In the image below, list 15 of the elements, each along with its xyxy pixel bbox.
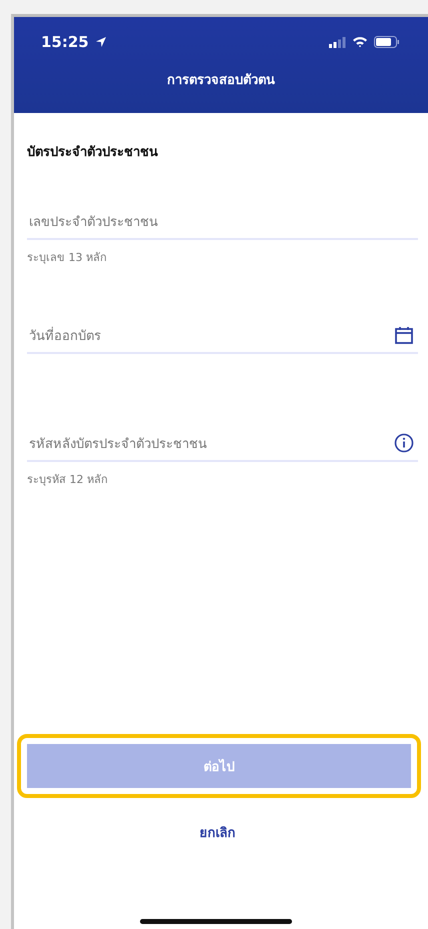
input-field[interactable]: รหัสหลังบัตรประจำตัวประชาชน — [27, 424, 418, 462]
screen-title: การตรวจสอบตัวตน — [166, 72, 276, 90]
calendar-icon[interactable] — [394, 325, 414, 345]
field-hint: ระบุรหัส 12 หลัก — [27, 472, 109, 488]
input-field[interactable]: เลขประจำตัวประชาชน — [27, 202, 418, 240]
input-field[interactable]: วันที่ออกบัตร — [27, 316, 418, 354]
info-icon[interactable] — [394, 433, 414, 453]
location-arrow-icon — [94, 36, 107, 48]
signal-icon — [329, 36, 346, 48]
status-time: 15:25 — [41, 33, 89, 51]
wifi-icon — [352, 36, 368, 48]
battery-icon — [374, 36, 400, 48]
section-title: บัตรประจำตัวประชาชน — [27, 144, 159, 162]
cancel-link[interactable]: ยกเลิก — [200, 822, 236, 843]
field-hint: ระบุเลข 13 หลัก — [27, 250, 108, 266]
